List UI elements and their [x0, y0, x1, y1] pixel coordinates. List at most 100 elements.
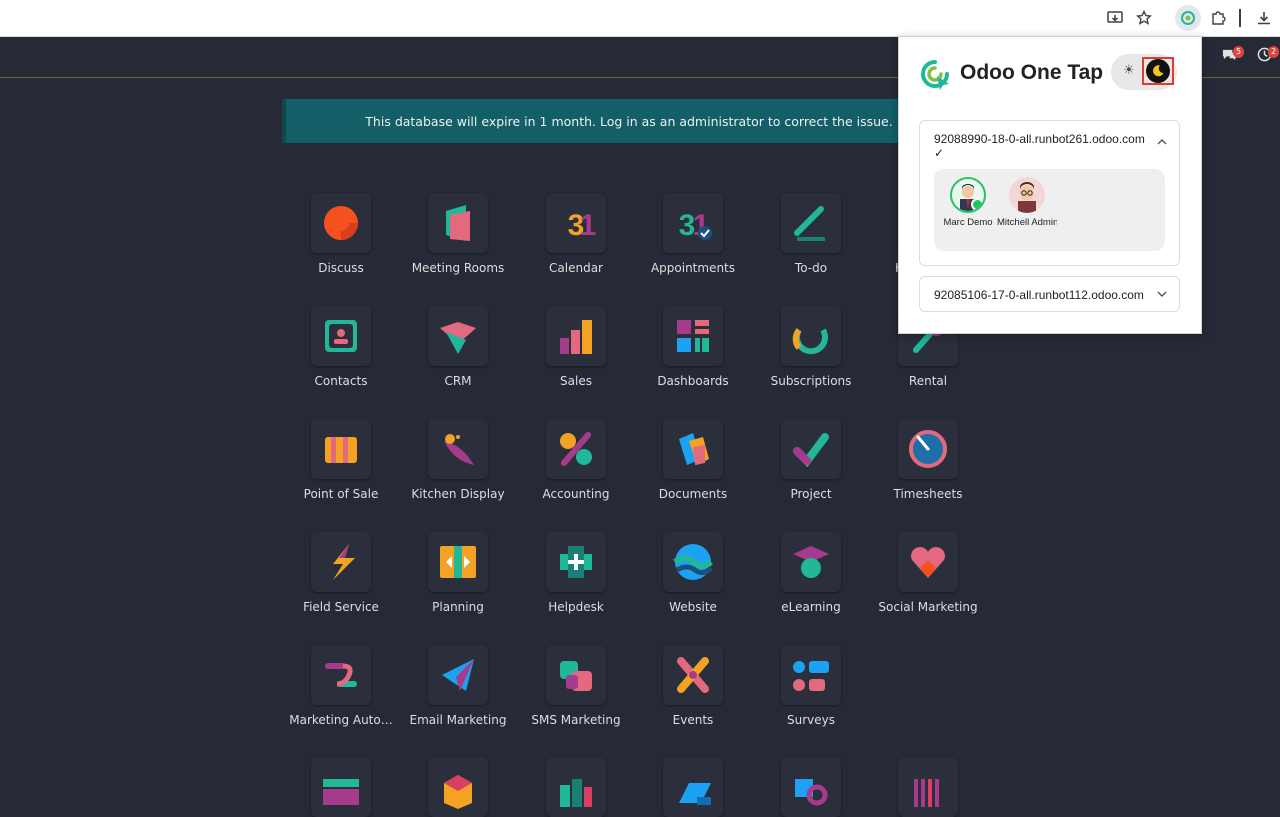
- app-label[interactable]: Timesheets: [861, 487, 995, 501]
- app-label[interactable]: Kitchen Display: [391, 487, 525, 501]
- app-label[interactable]: Field Service: [274, 600, 408, 614]
- app-label[interactable]: Appointments: [626, 261, 760, 275]
- app-surveys[interactable]: Surveys: [752, 645, 870, 745]
- marketing-automation-icon[interactable]: [311, 645, 371, 705]
- app-dashboards[interactable]: Dashboards: [634, 306, 752, 406]
- app-elearning[interactable]: eLearning: [752, 532, 870, 632]
- project-icon[interactable]: [781, 419, 841, 479]
- planning-icon[interactable]: [428, 532, 488, 592]
- app-label[interactable]: Website: [626, 600, 760, 614]
- helpdesk-icon[interactable]: [546, 532, 606, 592]
- app-label[interactable]: Sales: [509, 374, 643, 388]
- app-calendar[interactable]: 3 1 Calendar: [517, 193, 635, 293]
- app-contacts[interactable]: Contacts: [282, 306, 400, 406]
- app-sales[interactable]: Sales: [517, 306, 635, 406]
- chevron-down-icon[interactable]: [1157, 290, 1167, 301]
- app-label[interactable]: Meeting Rooms: [391, 261, 525, 275]
- app-marketing-automation[interactable]: Marketing Auto…: [282, 645, 400, 745]
- discuss-icon[interactable]: [311, 193, 371, 253]
- sms-marketing-icon[interactable]: [546, 645, 606, 705]
- app-events[interactable]: Events: [634, 645, 752, 745]
- app-label[interactable]: Project: [744, 487, 878, 501]
- app-label[interactable]: Rental: [861, 374, 995, 388]
- chevron-up-icon[interactable]: [1157, 138, 1167, 149]
- social-marketing-icon[interactable]: [898, 532, 958, 592]
- install-app-icon[interactable]: [1103, 6, 1127, 30]
- database-card[interactable]: 92085106-17-0-all.runbot112.odoo.com: [919, 276, 1180, 312]
- field-service-icon[interactable]: [311, 532, 371, 592]
- events-icon[interactable]: [663, 645, 723, 705]
- documents-icon[interactable]: [663, 419, 723, 479]
- dark-mode-button[interactable]: [1142, 57, 1174, 85]
- app-label[interactable]: Discuss: [274, 261, 408, 275]
- app-meeting-rooms[interactable]: Meeting Rooms: [399, 193, 517, 293]
- contacts-icon[interactable]: [311, 306, 371, 366]
- app-tile-partial[interactable]: [428, 757, 488, 817]
- app-planning[interactable]: Planning: [399, 532, 517, 632]
- app-crm[interactable]: CRM: [399, 306, 517, 406]
- point-of-sale-icon[interactable]: [311, 419, 371, 479]
- app-label[interactable]: SMS Marketing: [509, 713, 643, 727]
- extensions-puzzle-icon[interactable]: [1206, 6, 1230, 30]
- elearning-icon[interactable]: [781, 532, 841, 592]
- app-label[interactable]: Dashboards: [626, 374, 760, 388]
- appointments-icon[interactable]: 31: [663, 193, 723, 253]
- app-label[interactable]: Subscriptions: [744, 374, 878, 388]
- sales-icon[interactable]: [546, 306, 606, 366]
- surveys-icon[interactable]: [781, 645, 841, 705]
- app-documents[interactable]: Documents: [634, 419, 752, 519]
- app-label[interactable]: Surveys: [744, 713, 878, 727]
- app-social-marketing[interactable]: Social Marketing: [869, 532, 987, 632]
- app-label[interactable]: Calendar: [509, 261, 643, 275]
- database-name[interactable]: 92088990-18-0-all.runbot261.odoo.com ✓: [934, 132, 1149, 160]
- bookmark-star-icon[interactable]: [1132, 6, 1156, 30]
- app-timesheets[interactable]: Timesheets: [869, 419, 987, 519]
- app-sms-marketing[interactable]: SMS Marketing: [517, 645, 635, 745]
- app-label[interactable]: Social Marketing: [861, 600, 995, 614]
- crm-icon[interactable]: [428, 306, 488, 366]
- app-discuss[interactable]: Discuss: [282, 193, 400, 293]
- app-label[interactable]: Events: [626, 713, 760, 727]
- calendar-icon[interactable]: 31: [546, 193, 606, 253]
- app-label[interactable]: Planning: [391, 600, 525, 614]
- app-point-of-sale[interactable]: Point of Sale: [282, 419, 400, 519]
- app-appointments[interactable]: 3 1 Appointments: [634, 193, 752, 293]
- app-label[interactable]: Documents: [626, 487, 760, 501]
- odoo-one-tap-extension-icon[interactable]: [1175, 5, 1201, 31]
- app-todo[interactable]: To-do: [752, 193, 870, 293]
- app-kitchen-display[interactable]: Kitchen Display: [399, 419, 517, 519]
- downloads-icon[interactable]: [1252, 6, 1276, 30]
- subscriptions-icon[interactable]: [781, 306, 841, 366]
- app-tile-partial[interactable]: [898, 757, 958, 817]
- app-label[interactable]: To-do: [744, 261, 878, 275]
- app-tile-partial[interactable]: [663, 757, 723, 817]
- email-marketing-icon[interactable]: [428, 645, 488, 705]
- app-tile-partial[interactable]: [311, 757, 371, 817]
- app-label[interactable]: CRM: [391, 374, 525, 388]
- todo-icon[interactable]: [781, 193, 841, 253]
- timesheets-icon[interactable]: [898, 419, 958, 479]
- app-label[interactable]: Email Marketing: [391, 713, 525, 727]
- kitchen-display-icon[interactable]: [428, 419, 488, 479]
- app-accounting[interactable]: Accounting: [517, 419, 635, 519]
- user-login-marc-demo[interactable]: Marc Demo: [938, 177, 998, 228]
- theme-toggle[interactable]: ☀: [1111, 54, 1177, 90]
- app-label[interactable]: Contacts: [274, 374, 408, 388]
- app-label[interactable]: eLearning: [744, 600, 878, 614]
- app-subscriptions[interactable]: Subscriptions: [752, 306, 870, 406]
- app-helpdesk[interactable]: Helpdesk: [517, 532, 635, 632]
- meeting-rooms-icon[interactable]: [428, 193, 488, 253]
- app-field-service[interactable]: Field Service: [282, 532, 400, 632]
- dashboards-icon[interactable]: [663, 306, 723, 366]
- app-label[interactable]: Helpdesk: [509, 600, 643, 614]
- app-tile-partial[interactable]: [781, 757, 841, 817]
- app-email-marketing[interactable]: Email Marketing: [399, 645, 517, 745]
- app-label[interactable]: Marketing Auto…: [274, 713, 408, 727]
- app-website[interactable]: Website: [634, 532, 752, 632]
- user-login-mitchell-admin[interactable]: Mitchell Admin: [997, 177, 1057, 228]
- app-project[interactable]: Project: [752, 419, 870, 519]
- database-name[interactable]: 92085106-17-0-all.runbot112.odoo.com: [934, 288, 1149, 302]
- app-tile-partial[interactable]: [546, 757, 606, 817]
- light-mode-icon[interactable]: ☀: [1123, 62, 1135, 78]
- app-label[interactable]: Accounting: [509, 487, 643, 501]
